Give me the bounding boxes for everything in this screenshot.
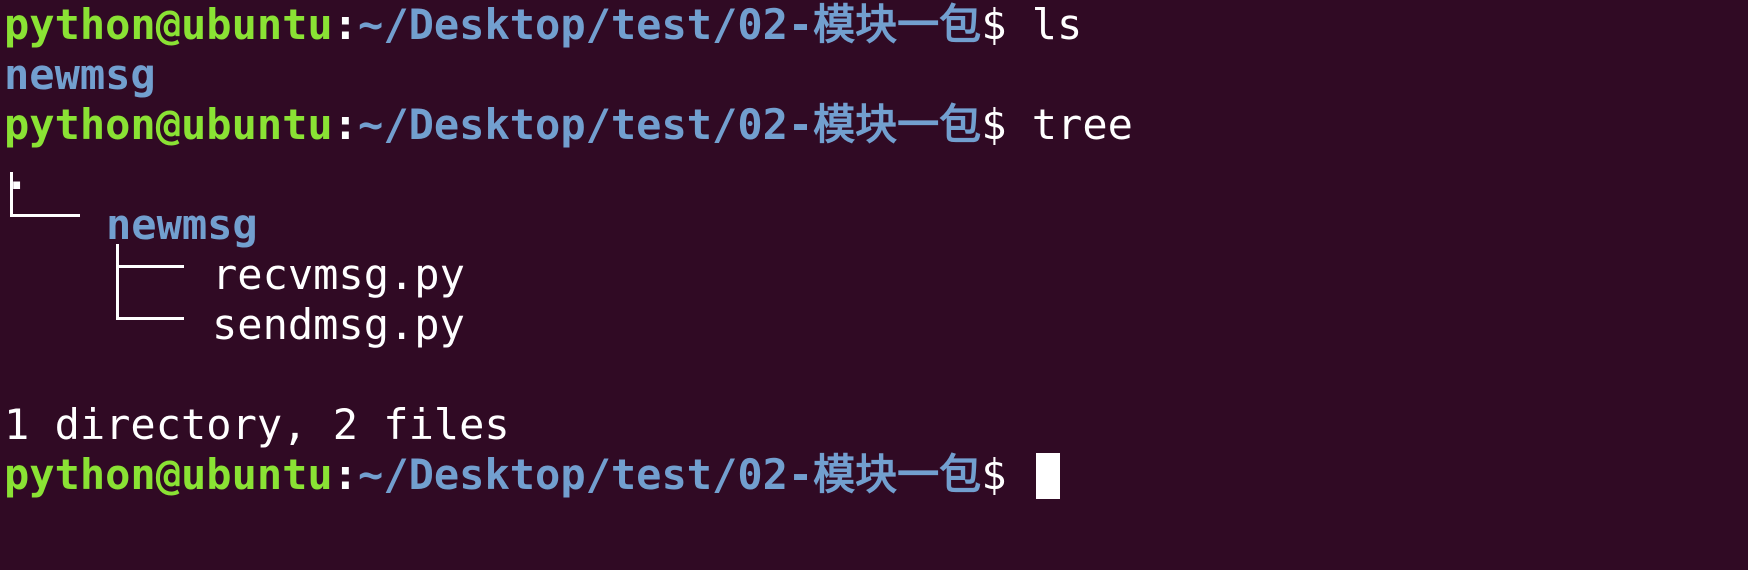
prompt-user-host: python@ubuntu <box>4 450 333 499</box>
tree-connector-horizontal <box>116 265 184 268</box>
prompt-line-ls: python@ubuntu:~/Desktop/test/02-模块一包$ ls <box>4 0 1748 50</box>
tree-dir-line: newmsg <box>4 200 1748 250</box>
tree-connector-vertical <box>10 172 13 217</box>
tree-connector-vertical <box>116 244 119 320</box>
tree-file-line: recvmsg.py <box>4 250 1748 300</box>
prompt-path: ~/Desktop/test/02-模块一包 <box>358 100 982 149</box>
prompt-dollar: $ <box>981 0 1007 49</box>
terminal-window[interactable]: python@ubuntu:~/Desktop/test/02-模块一包$ ls… <box>0 0 1748 570</box>
prompt-user-host: python@ubuntu <box>4 100 333 149</box>
tree-file-recvmsg: recvmsg.py <box>212 250 465 299</box>
tree-root-line: . <box>4 150 1748 200</box>
tree-root: . <box>4 150 30 199</box>
tree-file-sendmsg: sendmsg.py <box>212 300 465 349</box>
ls-output-line: newmsg <box>4 50 1748 100</box>
command-tree: tree <box>1006 100 1133 149</box>
prompt-user-host: python@ubuntu <box>4 0 333 49</box>
tree-dir-newmsg: newmsg <box>106 200 258 249</box>
prompt-path: ~/Desktop/test/02-模块一包 <box>358 450 982 499</box>
tree-file-line: sendmsg.py <box>4 300 1748 350</box>
ls-output-dir: newmsg <box>4 50 156 99</box>
prompt-line-current[interactable]: python@ubuntu:~/Desktop/test/02-模块一包$ <box>4 450 1748 500</box>
prompt-path: ~/Desktop/test/02-模块一包 <box>358 0 982 49</box>
tree-connector-horizontal <box>10 214 80 217</box>
prompt-colon: : <box>332 100 359 149</box>
prompt-line-tree: python@ubuntu:~/Desktop/test/02-模块一包$ tr… <box>4 100 1748 150</box>
tree-connector-horizontal <box>116 317 184 320</box>
command-ls: ls <box>1006 0 1083 49</box>
tree-summary: 1 directory, 2 files <box>4 400 510 449</box>
tree-summary-line: 1 directory, 2 files <box>4 400 1748 450</box>
text-cursor <box>1035 453 1060 499</box>
prompt-colon: : <box>332 0 359 49</box>
prompt-dollar: $ <box>981 450 1007 499</box>
prompt-colon: : <box>332 450 359 499</box>
prompt-dollar: $ <box>981 100 1007 149</box>
